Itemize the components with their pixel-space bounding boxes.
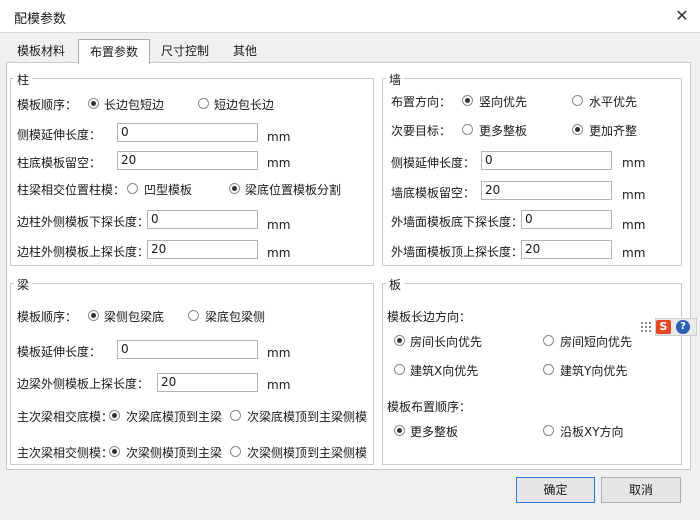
wall-ext-up-label: 外墙面模板顶上探长度：	[391, 245, 524, 259]
beam-bottom-radio-1[interactable]	[109, 410, 120, 421]
sogou-s-icon[interactable]: S	[656, 320, 671, 334]
column-edge-down-input[interactable]: 0	[147, 210, 258, 229]
wall-ext-down-input[interactable]: 0	[521, 210, 612, 229]
beam-ext-input[interactable]: 0	[117, 340, 258, 359]
beam-order-label: 模板顺序：	[17, 310, 78, 324]
beam-side-label: 主次梁相交侧模：	[17, 446, 114, 460]
column-order-opt1[interactable]: 长边包短边	[104, 96, 164, 113]
slab-group-title: 板	[386, 276, 405, 293]
wall-side-ext-input[interactable]: 0	[481, 151, 612, 170]
beam-side-opt2[interactable]: 次梁侧模顶到主梁侧模	[247, 444, 367, 461]
unit-label: mm	[267, 246, 291, 260]
wall-goal-label: 次要目标：	[391, 124, 452, 138]
tab-size-control[interactable]: 尺寸控制	[152, 41, 218, 62]
wall-dir-opt2[interactable]: 水平优先	[589, 93, 637, 110]
ok-button[interactable]: 确定	[516, 477, 595, 503]
column-base-reserve-input[interactable]: 20	[117, 151, 258, 170]
unit-label: mm	[267, 130, 291, 144]
beam-group-title: 梁	[14, 276, 33, 293]
wall-dir-opt1[interactable]: 竖向优先	[479, 93, 527, 110]
beam-side-opt1[interactable]: 次梁侧模顶到主梁	[126, 444, 222, 461]
slab-bldg-x-radio[interactable]	[394, 364, 405, 375]
unit-label: mm	[267, 378, 291, 392]
beam-edge-up-label: 边梁外侧模板上探长度：	[17, 377, 150, 391]
column-order-label: 模板顺序：	[17, 98, 78, 112]
slab-more-full-opt[interactable]: 更多整板	[410, 423, 458, 440]
wall-dir-label: 布置方向：	[391, 95, 452, 109]
column-joint-radio-1[interactable]	[127, 183, 138, 194]
beam-edge-up-input[interactable]: 20	[157, 373, 258, 392]
slab-room-short-opt[interactable]: 房间短向优先	[560, 333, 632, 350]
beam-order-radio-2[interactable]	[188, 310, 199, 321]
cancel-button[interactable]: 取消	[601, 477, 681, 503]
slab-room-long-radio[interactable]	[394, 335, 405, 346]
unit-label: mm	[622, 246, 646, 260]
column-base-reserve-label: 柱底模板留空：	[17, 156, 102, 170]
column-joint-label: 柱梁相交位置柱模：	[17, 183, 126, 197]
grip-icon[interactable]	[640, 320, 652, 334]
tab-template-material[interactable]: 模板材料	[8, 41, 74, 62]
tab-other[interactable]: 其他	[222, 41, 268, 62]
tab-layout-params[interactable]: 布置参数	[78, 39, 150, 64]
wall-goal-radio-1[interactable]	[462, 124, 473, 135]
column-joint-radio-2[interactable]	[229, 183, 240, 194]
slab-layout-order-label: 模板布置顺序：	[387, 400, 472, 414]
beam-bottom-opt1[interactable]: 次梁底模顶到主梁	[126, 408, 222, 425]
column-order-radio-1[interactable]	[88, 98, 99, 109]
unit-label: mm	[622, 218, 646, 232]
slab-bldg-y-opt[interactable]: 建筑Y向优先	[560, 362, 627, 379]
wall-dir-radio-2[interactable]	[572, 95, 583, 106]
wall-goal-opt1[interactable]: 更多整板	[479, 122, 527, 139]
wall-ext-down-label: 外墙面模板底下探长度：	[391, 215, 524, 229]
wall-base-reserve-input[interactable]: 20	[481, 181, 612, 200]
beam-bottom-label: 主次梁相交底模：	[17, 410, 114, 424]
slab-room-long-opt[interactable]: 房间长向优先	[410, 333, 482, 350]
column-edge-up-label: 边柱外侧模板上探长度：	[17, 245, 150, 259]
help-icon[interactable]: ?	[676, 320, 690, 334]
beam-bottom-radio-2[interactable]	[230, 410, 241, 421]
slab-along-xy-radio[interactable]	[543, 425, 554, 436]
slab-along-xy-opt[interactable]: 沿板XY方向	[560, 423, 624, 440]
wall-group-title: 墙	[386, 71, 405, 88]
unit-label: mm	[267, 218, 291, 232]
column-joint-opt2[interactable]: 梁底位置模板分割	[245, 181, 341, 198]
slab-bldg-y-radio[interactable]	[543, 364, 554, 375]
beam-side-radio-1[interactable]	[109, 446, 120, 457]
wall-side-ext-label: 侧模延伸长度：	[391, 156, 476, 170]
title-bar	[0, 0, 700, 33]
slab-more-full-radio[interactable]	[394, 425, 405, 436]
column-side-ext-input[interactable]: 0	[117, 123, 258, 142]
column-order-radio-2[interactable]	[198, 98, 209, 109]
column-edge-up-input[interactable]: 20	[147, 240, 258, 259]
unit-label: mm	[267, 156, 291, 170]
wall-goal-radio-2[interactable]	[572, 124, 583, 135]
column-group-title: 柱	[14, 71, 33, 88]
column-joint-opt1[interactable]: 凹型模板	[144, 181, 192, 198]
wall-base-reserve-label: 墙底模板留空：	[391, 186, 476, 200]
beam-order-radio-1[interactable]	[88, 310, 99, 321]
beam-side-radio-2[interactable]	[230, 446, 241, 457]
unit-label: mm	[622, 156, 646, 170]
column-side-ext-label: 侧模延伸长度：	[17, 128, 102, 142]
window-title: 配模参数	[14, 12, 67, 27]
slab-bldg-x-opt[interactable]: 建筑X向优先	[410, 362, 478, 379]
wall-dir-radio-1[interactable]	[462, 95, 473, 106]
close-icon[interactable]: ✕	[672, 6, 692, 26]
column-order-opt2[interactable]: 短边包长边	[214, 96, 274, 113]
beam-order-opt2[interactable]: 梁底包梁侧	[205, 308, 265, 325]
beam-order-opt1[interactable]: 梁侧包梁底	[104, 308, 164, 325]
slab-long-dir-label: 模板长边方向：	[387, 310, 472, 324]
column-edge-down-label: 边柱外侧模板下探长度：	[17, 215, 150, 229]
beam-bottom-opt2[interactable]: 次梁底模顶到主梁侧模	[247, 408, 367, 425]
slab-room-short-radio[interactable]	[543, 335, 554, 346]
beam-ext-label: 模板延伸长度：	[17, 345, 102, 359]
unit-label: mm	[622, 188, 646, 202]
wall-ext-up-input[interactable]: 20	[521, 240, 612, 259]
unit-label: mm	[267, 346, 291, 360]
wall-goal-opt2[interactable]: 更加齐整	[589, 122, 637, 139]
